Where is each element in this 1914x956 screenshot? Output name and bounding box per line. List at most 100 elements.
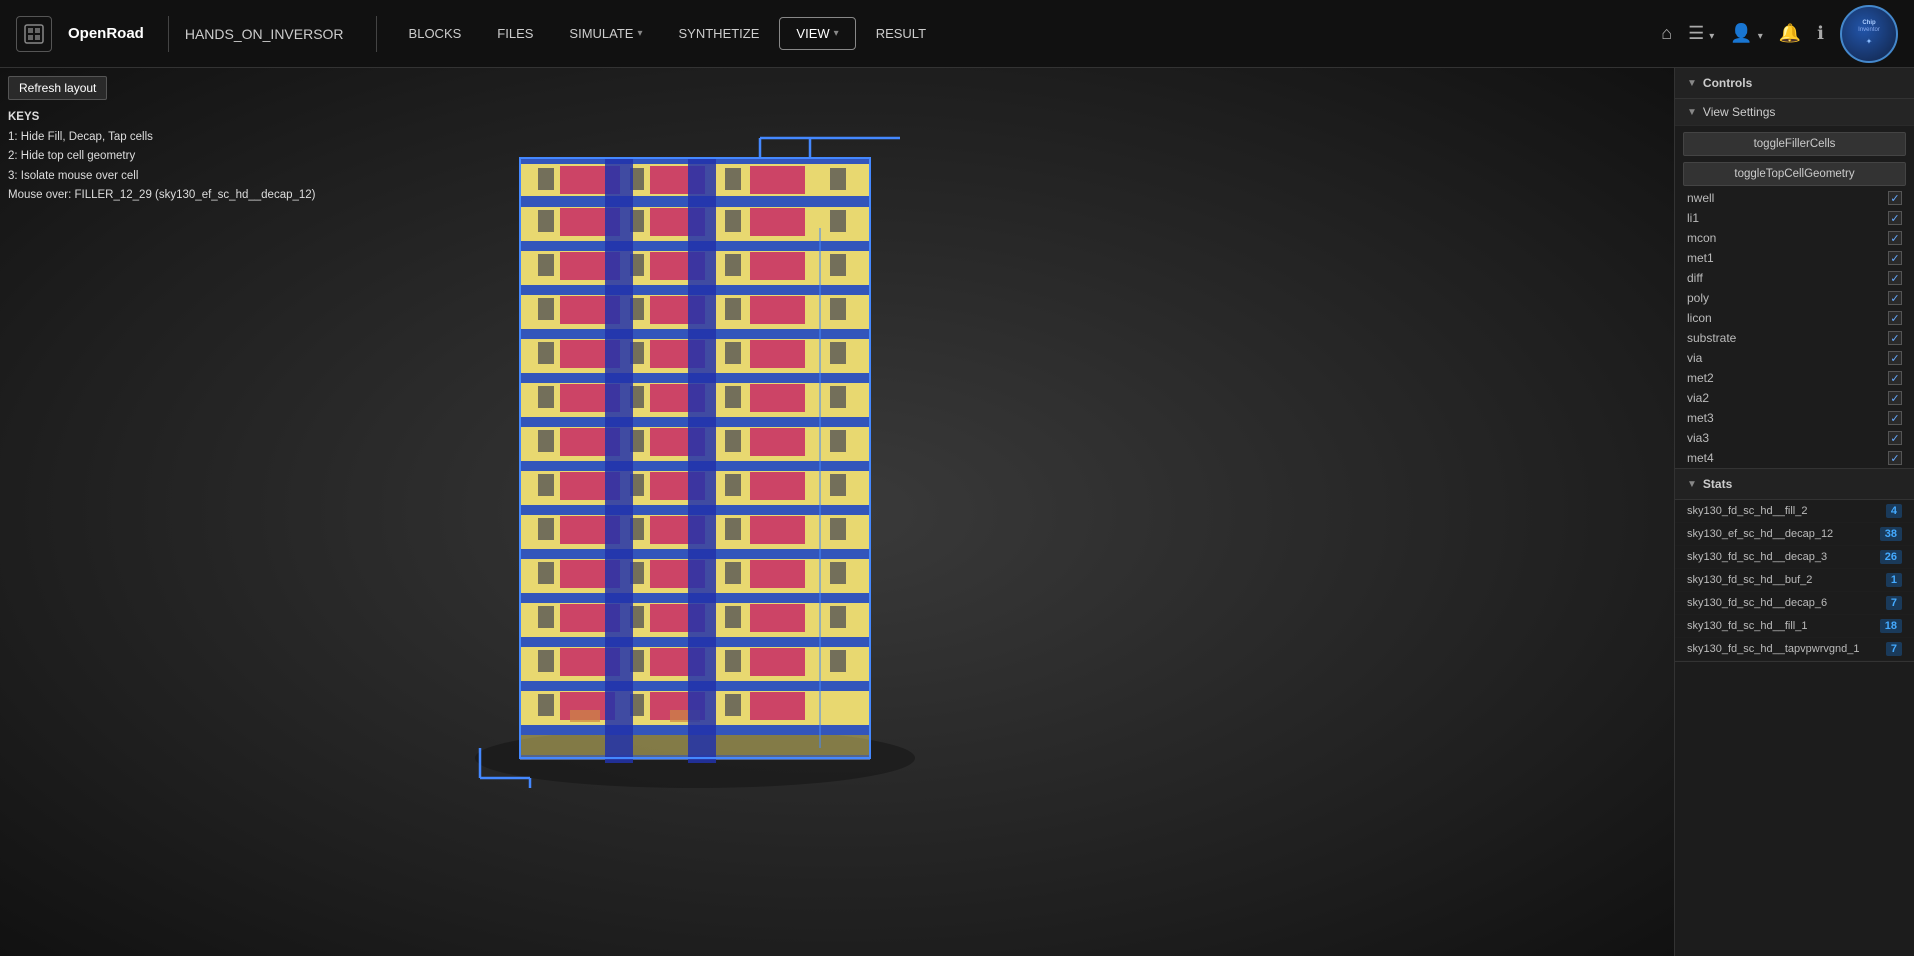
mouse-over-label: Mouse over: FILLER_12_29 (sky130_ef_sc_h…	[8, 186, 316, 206]
stats-label: Stats	[1703, 477, 1732, 491]
key1: 1: Hide Fill, Decap, Tap cells	[8, 128, 316, 148]
view-settings-collapse: ▼	[1687, 107, 1697, 118]
layer-checkbox[interactable]: ✓	[1888, 251, 1902, 265]
view-settings-header[interactable]: ▼ View Settings	[1675, 99, 1914, 126]
layer-name: via3	[1687, 431, 1709, 445]
right-panel: ▼ Controls ▼ View Settings toggleFillerC…	[1674, 68, 1914, 956]
viewport-canvas: Refresh layout KEYS 1: Hide Fill, Decap,…	[0, 68, 1674, 956]
stats-item-name: sky130_ef_sc_hd__decap_12	[1687, 528, 1874, 540]
stats-collapse-icon: ▼	[1687, 479, 1697, 490]
layer-checkbox[interactable]: ✓	[1888, 331, 1902, 345]
layer-row-met3[interactable]: met3 ✓	[1675, 408, 1914, 428]
key3: 3: Isolate mouse over cell	[8, 167, 316, 187]
stats-header[interactable]: ▼ Stats	[1675, 469, 1914, 500]
hud-topleft: Refresh layout KEYS 1: Hide Fill, Decap,…	[8, 76, 316, 206]
layer-name: met4	[1687, 451, 1714, 465]
layer-row-substrate[interactable]: substrate ✓	[1675, 328, 1914, 348]
nav-divider2	[376, 16, 377, 52]
layer-name: poly	[1687, 291, 1709, 305]
layer-row-via2[interactable]: via2 ✓	[1675, 388, 1914, 408]
layer-name: li1	[1687, 211, 1699, 225]
app-name: OpenRoad	[60, 25, 152, 42]
layer-name: met2	[1687, 371, 1714, 385]
stats-item-name: sky130_fd_sc_hd__decap_3	[1687, 551, 1874, 563]
layer-row-mcon[interactable]: mcon ✓	[1675, 228, 1914, 248]
layer-checkbox[interactable]: ✓	[1888, 291, 1902, 305]
layers-list: nwell ✓li1 ✓mcon ✓met1 ✓diff ✓poly ✓lico…	[1675, 188, 1914, 468]
nav-result[interactable]: RESULT	[860, 17, 942, 50]
layer-name: substrate	[1687, 331, 1736, 345]
layer-row-li1[interactable]: li1 ✓	[1675, 208, 1914, 228]
openroad-logo	[16, 16, 52, 52]
stats-row-sky130_ef_sc_hd__decap_12: sky130_ef_sc_hd__decap_12 38	[1675, 523, 1914, 546]
stats-item-count: 26	[1880, 550, 1902, 564]
viewport[interactable]: Refresh layout KEYS 1: Hide Fill, Decap,…	[0, 68, 1674, 956]
layer-row-met1[interactable]: met1 ✓	[1675, 248, 1914, 268]
layer-name: via	[1687, 351, 1702, 365]
layer-row-licon[interactable]: licon ✓	[1675, 308, 1914, 328]
info-icon[interactable]: ℹ	[1817, 23, 1824, 44]
simulate-chevron: ▾	[637, 28, 642, 39]
layer-row-poly[interactable]: poly ✓	[1675, 288, 1914, 308]
layer-checkbox[interactable]: ✓	[1888, 411, 1902, 425]
home-icon[interactable]: ⌂	[1661, 23, 1672, 44]
layer-checkbox[interactable]: ✓	[1888, 271, 1902, 285]
layer-checkbox[interactable]: ✓	[1888, 431, 1902, 445]
layer-row-diff[interactable]: diff ✓	[1675, 268, 1914, 288]
layer-row-via[interactable]: via ✓	[1675, 348, 1914, 368]
navbar: OpenRoad HANDS_ON_INVERSOR BLOCKS FILES …	[0, 0, 1914, 68]
layer-checkbox[interactable]: ✓	[1888, 231, 1902, 245]
controls-header[interactable]: ▼ Controls	[1675, 68, 1914, 99]
stats-item-name: sky130_fd_sc_hd__fill_2	[1687, 505, 1880, 517]
navbar-right: ⌂ ☰ ▾ 👤 ▾ 🔔 ℹ Chip Inventor ✦	[1661, 5, 1898, 63]
main-layout: Refresh layout KEYS 1: Hide Fill, Decap,…	[0, 68, 1914, 956]
hud-keys: KEYS 1: Hide Fill, Decap, Tap cells 2: H…	[8, 108, 316, 206]
stats-item-count: 18	[1880, 619, 1902, 633]
stats-section: ▼ Stats sky130_fd_sc_hd__fill_2 4sky130_…	[1675, 469, 1914, 662]
chip-inventor-badge[interactable]: Chip Inventor ✦	[1840, 5, 1898, 63]
nav-synthetize[interactable]: SYNTHETIZE	[663, 17, 776, 50]
layer-row-via3[interactable]: via3 ✓	[1675, 428, 1914, 448]
layer-name: nwell	[1687, 191, 1714, 205]
project-name: HANDS_ON_INVERSOR	[185, 26, 344, 42]
layer-checkbox[interactable]: ✓	[1888, 391, 1902, 405]
layer-checkbox[interactable]: ✓	[1888, 351, 1902, 365]
refresh-layout-button[interactable]: Refresh layout	[8, 76, 107, 100]
stats-item-name: sky130_fd_sc_hd__tapvpwrvgnd_1	[1687, 643, 1880, 655]
layer-name: met3	[1687, 411, 1714, 425]
nav-view[interactable]: VIEW ▾	[779, 17, 855, 50]
nav-blocks[interactable]: BLOCKS	[393, 17, 478, 50]
stats-list: sky130_fd_sc_hd__fill_2 4sky130_ef_sc_hd…	[1675, 500, 1914, 661]
stats-row-sky130_fd_sc_hd__fill_2: sky130_fd_sc_hd__fill_2 4	[1675, 500, 1914, 523]
layer-row-met4[interactable]: met4 ✓	[1675, 448, 1914, 468]
stats-row-sky130_fd_sc_hd__fill_1: sky130_fd_sc_hd__fill_1 18	[1675, 615, 1914, 638]
nav-files[interactable]: FILES	[481, 17, 549, 50]
layer-checkbox[interactable]: ✓	[1888, 191, 1902, 205]
controls-label: Controls	[1703, 76, 1752, 90]
layer-row-met2[interactable]: met2 ✓	[1675, 368, 1914, 388]
stats-item-name: sky130_fd_sc_hd__fill_1	[1687, 620, 1874, 632]
layer-checkbox[interactable]: ✓	[1888, 451, 1902, 465]
layer-checkbox[interactable]: ✓	[1888, 371, 1902, 385]
layer-checkbox[interactable]: ✓	[1888, 211, 1902, 225]
stats-row-sky130_fd_sc_hd__decap_3: sky130_fd_sc_hd__decap_3 26	[1675, 546, 1914, 569]
stats-row-sky130_fd_sc_hd__tapvpwrvgnd_1: sky130_fd_sc_hd__tapvpwrvgnd_1 7	[1675, 638, 1914, 661]
layer-name: via2	[1687, 391, 1709, 405]
stats-item-name: sky130_fd_sc_hd__decap_6	[1687, 597, 1880, 609]
layer-name: licon	[1687, 311, 1712, 325]
nav-simulate[interactable]: SIMULATE ▾	[553, 17, 658, 50]
layer-checkbox[interactable]: ✓	[1888, 311, 1902, 325]
key2: 2: Hide top cell geometry	[8, 147, 316, 167]
bell-icon[interactable]: 🔔	[1779, 23, 1801, 44]
toggle-filler-button[interactable]: toggleFillerCells	[1683, 132, 1906, 156]
stats-item-count: 4	[1886, 504, 1902, 518]
toggle-top-button[interactable]: toggleTopCellGeometry	[1683, 162, 1906, 186]
view-chevron: ▾	[834, 28, 839, 39]
menu-icon[interactable]: ☰ ▾	[1688, 23, 1714, 44]
layer-row-nwell[interactable]: nwell ✓	[1675, 188, 1914, 208]
keys-title: KEYS	[8, 108, 316, 128]
layer-name: mcon	[1687, 231, 1716, 245]
controls-collapse-icon: ▼	[1687, 78, 1697, 89]
user-icon[interactable]: 👤 ▾	[1730, 23, 1762, 44]
stats-item-count: 1	[1886, 573, 1902, 587]
